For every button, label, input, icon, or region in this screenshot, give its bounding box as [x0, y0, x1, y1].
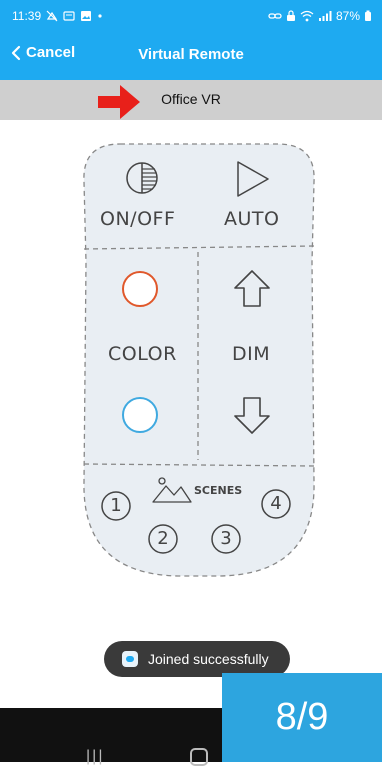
message-icon	[63, 11, 75, 21]
status-bar: 11:39 87%	[0, 0, 382, 32]
recent-apps-icon[interactable]: |||	[86, 748, 104, 766]
toast-text: Joined successfully	[148, 651, 269, 667]
scene-4-number: 4	[270, 493, 282, 514]
power-toggle-icon	[126, 162, 158, 194]
scene-1-number: 1	[110, 495, 122, 516]
arrow-up-icon	[234, 270, 270, 307]
scene-2-button[interactable]: 2	[147, 523, 179, 555]
on-off-button[interactable]: ON/OFF	[100, 156, 190, 240]
scene-4-button[interactable]: 4	[260, 488, 292, 520]
play-icon	[237, 161, 269, 197]
scene-1-button[interactable]: 1	[100, 490, 132, 522]
color-label: COLOR	[108, 343, 177, 365]
auto-label: AUTO	[224, 208, 280, 230]
link-icon	[268, 13, 282, 19]
on-off-label: ON/OFF	[100, 208, 176, 230]
battery-percent: 87%	[335, 9, 360, 23]
dim-label: DIM	[232, 343, 271, 365]
home-icon[interactable]	[190, 748, 208, 766]
mountains-icon	[152, 477, 192, 503]
toast-message: Joined successfully	[104, 641, 290, 677]
scene-3-number: 3	[220, 528, 232, 549]
cool-color-circle	[122, 397, 158, 433]
signal-icon	[318, 11, 332, 21]
dot-icon	[98, 14, 102, 18]
mute-icon	[46, 10, 58, 22]
auto-button[interactable]: AUTO	[216, 156, 306, 240]
device-name: Office VR	[161, 91, 221, 107]
status-time: 11:39	[12, 9, 42, 23]
page-title: Virtual Remote	[138, 46, 244, 63]
gallery-icon	[81, 11, 92, 21]
virtual-remote: ON/OFF AUTO COLOR DIM SCENES 1 2 3 4	[80, 142, 318, 582]
page-counter: 8/9	[222, 673, 382, 762]
color-cool-button[interactable]	[121, 396, 159, 434]
device-name-bar: Office VR	[0, 80, 382, 120]
battery-icon	[365, 10, 371, 21]
dim-up-button[interactable]	[232, 268, 272, 310]
color-warm-button[interactable]	[121, 270, 159, 308]
arrow-down-icon	[234, 397, 270, 434]
wifi-icon	[300, 10, 314, 22]
warm-color-circle	[122, 271, 158, 307]
scenes-label: SCENES	[194, 484, 243, 497]
scene-3-button[interactable]: 3	[210, 523, 242, 555]
scene-2-number: 2	[157, 528, 169, 549]
dim-down-button[interactable]	[232, 394, 272, 436]
app-icon	[122, 651, 138, 667]
red-arrow-icon	[98, 85, 140, 119]
app-bar: Cancel Virtual Remote	[0, 32, 382, 80]
lock-icon	[286, 10, 295, 21]
